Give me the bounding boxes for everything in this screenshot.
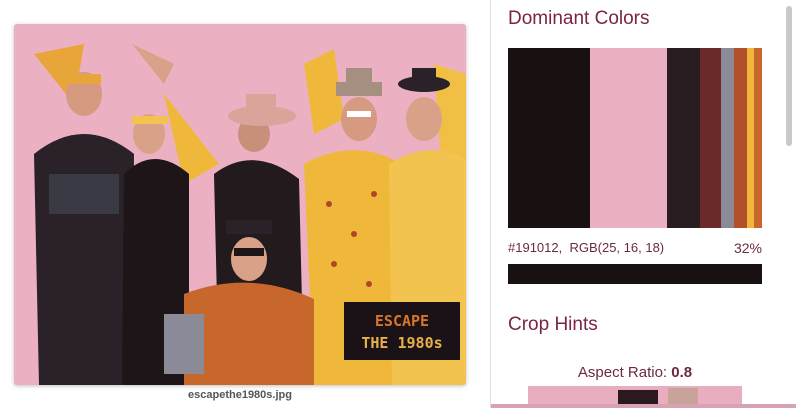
color-bar-1[interactable] bbox=[508, 48, 591, 228]
uploaded-image[interactable]: ESCAPE THE 1980s bbox=[14, 24, 466, 385]
photo-canvas: ESCAPE THE 1980s bbox=[14, 24, 466, 385]
color-bar-7[interactable] bbox=[746, 48, 755, 228]
scrollbar-thumb[interactable] bbox=[786, 6, 792, 146]
color-bar-6[interactable] bbox=[733, 48, 747, 228]
color-bar-2[interactable] bbox=[590, 48, 668, 228]
sign-line-1: ESCAPE bbox=[375, 312, 429, 330]
selected-percent: 32% bbox=[733, 240, 762, 256]
aspect-ratio-label: Aspect Ratio: bbox=[577, 364, 668, 381]
image-panel: ESCAPE THE 1980s escapethe1980s.jpg bbox=[0, 0, 478, 408]
selected-swatch-info: #191012, RGB(25, 16, 18) bbox=[508, 240, 664, 255]
selected-hex: #191012, bbox=[508, 240, 563, 255]
dominant-color-bars[interactable] bbox=[508, 48, 762, 228]
selected-rgb: RGB(25, 16, 18) bbox=[569, 240, 665, 255]
aspect-ratio-line: Aspect Ratio: 0.8 bbox=[508, 364, 762, 381]
image-filename: escapethe1980s.jpg bbox=[188, 389, 292, 401]
color-bar-8[interactable] bbox=[754, 48, 762, 228]
sign-line-2: THE 1980s bbox=[361, 334, 442, 352]
crop-hints-title: Crop Hints bbox=[508, 314, 598, 335]
analysis-panel: Dominant Colors #191012, RGB(25, 16, 18)… bbox=[491, 0, 796, 408]
dominant-colors-title: Dominant Colors bbox=[508, 8, 650, 29]
selected-swatch-strip bbox=[508, 264, 762, 284]
color-bar-5[interactable] bbox=[720, 48, 734, 228]
aspect-ratio-value: 0.8 bbox=[671, 364, 693, 381]
color-bar-4[interactable] bbox=[700, 48, 721, 228]
bottom-accent-line bbox=[491, 404, 796, 408]
color-bar-3[interactable] bbox=[667, 48, 701, 228]
